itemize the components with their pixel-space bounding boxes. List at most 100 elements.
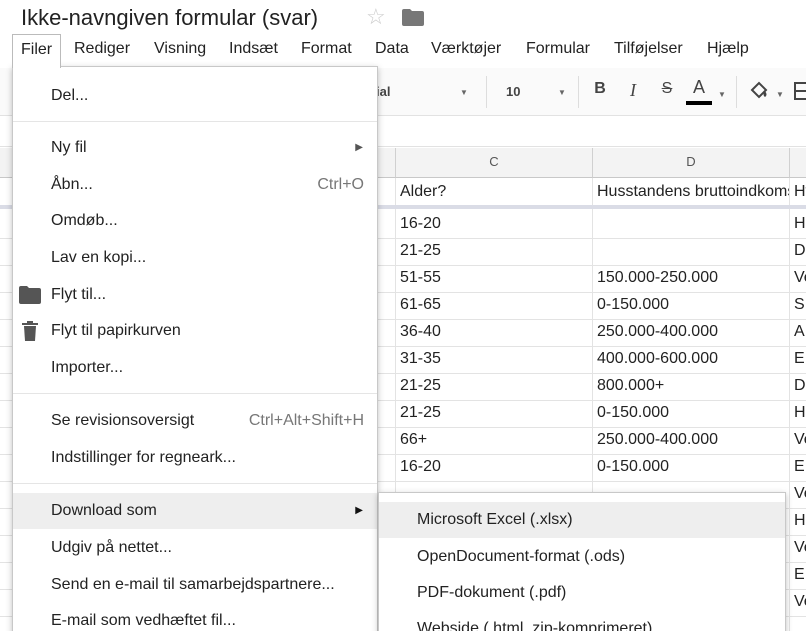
menu-tools[interactable]: Værktøjer [423, 34, 509, 66]
column-header-d[interactable]: D [593, 148, 790, 178]
table-cell[interactable] [593, 211, 789, 237]
menu-format[interactable]: Format [293, 34, 360, 66]
fill-color-icon[interactable] [748, 80, 770, 102]
table-cell[interactable]: 150.000-250.000 [593, 265, 789, 291]
table-cell[interactable]: A [790, 319, 806, 345]
table-cell[interactable]: E [790, 346, 806, 372]
table-cell[interactable]: Ve [790, 535, 806, 561]
menu-item-spreadsheet-settings[interactable]: Indstillinger for regneark... [13, 440, 377, 476]
download-submenu: Microsoft Excel (.xlsx) OpenDocument-for… [378, 492, 786, 631]
menu-shortcut: Ctrl+O [317, 176, 364, 193]
table-cell[interactable]: E [790, 454, 806, 480]
cell-header-next[interactable]: Hv [790, 179, 806, 205]
menu-item-label: Webside (.html, zip-komprimeret) [417, 620, 653, 631]
folder-icon [19, 286, 41, 304]
table-cell[interactable]: D [790, 373, 806, 399]
text-color-button[interactable]: A [689, 77, 709, 98]
table-cell[interactable]: 800.000+ [593, 373, 789, 399]
menu-edit[interactable]: Rediger [66, 34, 138, 66]
menu-item-move-to[interactable]: Flyt til... [13, 277, 377, 313]
table-cell[interactable]: 21-25 [396, 238, 592, 264]
menu-item-download-html[interactable]: Webside (.html, zip-komprimeret) [379, 611, 785, 631]
table-cell[interactable]: Ve [790, 481, 806, 507]
toolbar-separator [578, 76, 579, 108]
font-family-caret-icon[interactable]: ▼ [460, 88, 468, 97]
borders-icon[interactable] [794, 82, 806, 100]
menu-item-new-file[interactable]: Ny fil ▶ [13, 130, 377, 166]
menu-item-open[interactable]: Åbn... Ctrl+O [13, 167, 377, 203]
text-color-caret-icon[interactable]: ▼ [718, 90, 726, 99]
menu-item-import[interactable]: Importer... [13, 350, 377, 386]
table-cell[interactable]: H [790, 508, 806, 534]
table-cell[interactable]: 21-25 [396, 400, 592, 426]
table-cell[interactable] [593, 238, 789, 264]
document-title[interactable]: Ikke-navngiven formular (svar) [21, 5, 318, 31]
table-cell[interactable]: 0-150.000 [593, 400, 789, 426]
table-cell[interactable]: S [790, 292, 806, 318]
submenu-arrow-icon: ▶ [355, 505, 363, 516]
font-size-select[interactable]: 10 [506, 84, 520, 99]
bold-button[interactable]: B [590, 80, 610, 98]
table-cell[interactable]: H [790, 400, 806, 426]
menu-item-make-copy[interactable]: Lav en kopi... [13, 240, 377, 276]
table-cell[interactable]: 0-150.000 [593, 292, 789, 318]
menu-item-email-collaborators[interactable]: Send en e-mail til samarbejdspartnere... [13, 567, 377, 603]
menu-item-publish[interactable]: Udgiv på nettet... [13, 530, 377, 566]
menu-item-download-xlsx[interactable]: Microsoft Excel (.xlsx) [379, 502, 785, 538]
table-cell[interactable]: D [790, 238, 806, 264]
column-header-c[interactable]: C [396, 148, 593, 178]
menu-item-label: Udgiv på nettet... [51, 539, 172, 556]
cell-header-age[interactable]: Alder? [396, 179, 592, 205]
table-cell[interactable]: 250.000-400.000 [593, 319, 789, 345]
table-cell[interactable]: 31-35 [396, 346, 592, 372]
menu-item-revision-history[interactable]: Se revisionsoversigt Ctrl+Alt+Shift+H [13, 403, 377, 439]
table-cell[interactable]: E [790, 562, 806, 588]
font-family-select[interactable]: ial [376, 84, 390, 99]
menu-item-label: OpenDocument-format (.ods) [417, 548, 626, 565]
italic-button[interactable]: I [623, 80, 643, 101]
trash-icon [22, 321, 38, 341]
menu-item-download-pdf[interactable]: PDF-dokument (.pdf) [379, 575, 785, 611]
cell-header-income[interactable]: Husstandens bruttoindkomst [593, 179, 789, 205]
table-cell[interactable]: 250.000-400.000 [593, 427, 789, 453]
menu-item-rename[interactable]: Omdøb... [13, 203, 377, 239]
menu-separator [13, 393, 377, 394]
folder-icon[interactable] [402, 9, 424, 26]
font-size-caret-icon[interactable]: ▼ [558, 88, 566, 97]
table-cell[interactable]: 36-40 [396, 319, 592, 345]
menu-file[interactable]: Filer [12, 34, 62, 68]
table-cell[interactable]: 61-65 [396, 292, 592, 318]
menu-item-move-to-trash[interactable]: Flyt til papirkurven [13, 313, 377, 349]
table-cell[interactable]: Ve [790, 589, 806, 615]
table-cell[interactable]: 66+ [396, 427, 592, 453]
table-cell[interactable]: 0-150.000 [593, 454, 789, 480]
menu-view[interactable]: Visning [146, 34, 214, 66]
menu-item-email-attachment[interactable]: E-mail som vedhæftet fil... [13, 603, 377, 631]
table-cell[interactable]: H [790, 211, 806, 237]
fill-color-caret-icon[interactable]: ▼ [776, 90, 784, 99]
menu-insert[interactable]: Indsæt [221, 34, 286, 66]
menu-item-download-as[interactable]: Download som ▶ [13, 493, 377, 529]
table-cell[interactable]: 400.000-600.000 [593, 346, 789, 372]
menu-form[interactable]: Formular [518, 34, 598, 66]
table-cell[interactable]: 21-25 [396, 373, 592, 399]
menu-bar: Filer Rediger Visning Indsæt Format Data… [0, 34, 806, 68]
menu-help[interactable]: Hjælp [699, 34, 757, 66]
menu-item-download-ods[interactable]: OpenDocument-format (.ods) [379, 539, 785, 575]
menu-item-share[interactable]: Del... [13, 78, 377, 114]
star-icon[interactable]: ☆ [366, 4, 386, 30]
column-header-e[interactable] [790, 148, 806, 178]
menu-item-label: Flyt til papirkurven [51, 322, 181, 339]
table-cell[interactable]: 16-20 [396, 454, 592, 480]
menu-data[interactable]: Data [367, 34, 417, 66]
table-cell[interactable]: 16-20 [396, 211, 592, 237]
table-cell[interactable]: Ve [790, 265, 806, 291]
table-cell[interactable]: Ve [790, 427, 806, 453]
menu-item-label: Indstillinger for regneark... [51, 449, 236, 466]
table-cell[interactable]: 51-55 [396, 265, 592, 291]
strikethrough-button[interactable]: S [657, 80, 677, 98]
menu-item-label: Åbn... [51, 176, 93, 193]
menu-item-label: Lav en kopi... [51, 249, 147, 266]
menu-addons[interactable]: Tilføjelser [606, 34, 691, 66]
menu-item-label: Ny fil [51, 139, 87, 156]
